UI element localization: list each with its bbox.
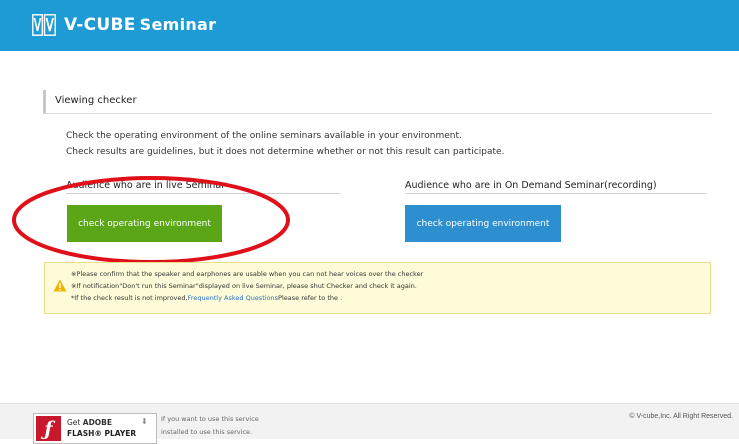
page-footer: ƒ Get ADOBE FLASH® PLAYER ⬇ If you want … [0,403,739,444]
product-name: Seminar [139,15,217,34]
footer-note-1: If you want to use this service [161,415,259,423]
ondemand-seminar-title: Audience who are in On Demand Seminar(re… [405,180,657,191]
footer-note-2: installed to use this service. [161,428,253,436]
flash-get-label: Get [67,418,81,427]
download-arrow-icon: ⬇ [141,417,148,426]
notice-line-3-prefix: *If the check result is not improved, [71,294,188,302]
warning-icon [53,279,67,292]
section-title-text: Viewing checker [55,95,137,106]
check-live-environment-button[interactable]: check operating environment [67,205,222,242]
flash-player-label: FLASH® PLAYER [67,429,137,438]
flash-get-text: Get ADOBE [67,418,112,427]
flash-player-icon: ƒ [36,416,61,441]
v-cube-logo-icon[interactable] [32,14,56,36]
ondemand-seminar-divider [405,193,707,194]
notice-line-3: *If the check result is not improved,Fre… [71,294,342,302]
flash-adobe-label: ADOBE [82,418,113,427]
live-seminar-title: Audience who are in live Seminar [66,180,226,191]
section-heading: Viewing checker [43,90,712,114]
get-flash-player-badge[interactable]: ƒ Get ADOBE FLASH® PLAYER ⬇ [33,413,157,444]
check-ondemand-environment-button[interactable]: check operating environment [405,205,561,242]
brand-title: V-CUBE Seminar [64,14,216,36]
description-line-1: Check the operating environment of the o… [66,131,462,141]
notice-line-1: ※Please confirm that the speaker and ear… [71,270,424,278]
live-seminar-divider [66,193,340,194]
brand-name: V-CUBE [64,15,136,35]
copyright-text: © V-cube,Inc. All Right Reserved. [629,413,733,420]
description-line-2: Check results are guidelines, but it doe… [66,147,505,157]
notice-box: ※Please confirm that the speaker and ear… [44,262,711,314]
faq-link[interactable]: Frequently Asked Questions [188,294,278,302]
app-header: V-CUBE Seminar [0,0,739,51]
notice-line-3-suffix: Please refer to the . [278,294,343,302]
notice-line-2: ※If notification"Don't run this Seminar"… [71,282,417,290]
